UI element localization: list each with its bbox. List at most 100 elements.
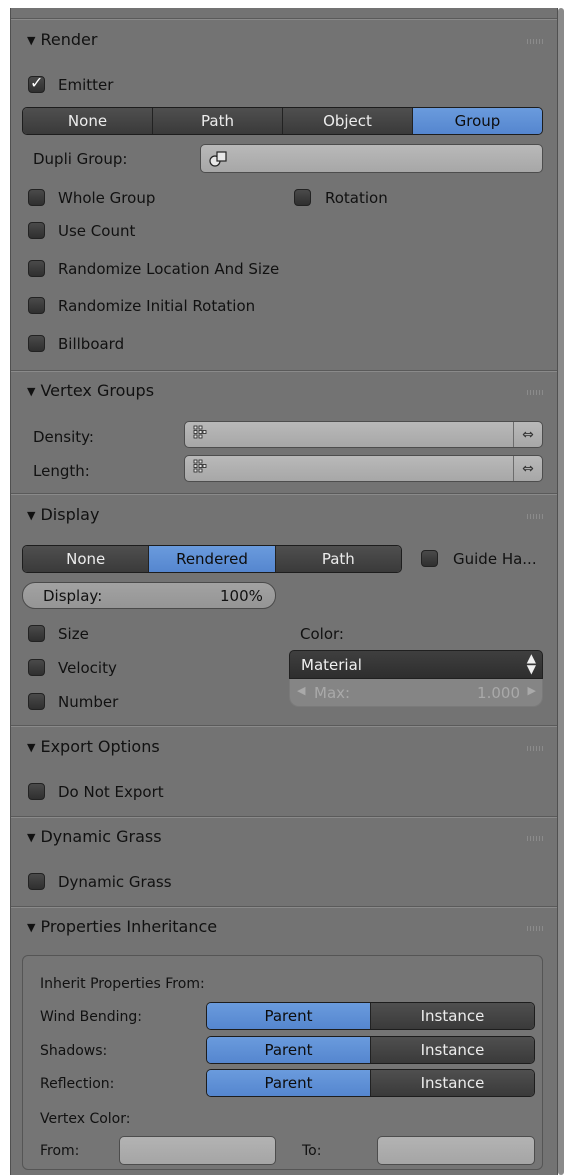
use-count-label: Use Count	[58, 222, 136, 240]
render-mode-none[interactable]: None	[23, 108, 153, 134]
vertex-groups-header[interactable]: ▼ Vertex Groups	[27, 381, 154, 400]
shadows-instance-option[interactable]: Instance	[371, 1037, 534, 1063]
collapse-triangle-icon: ▼	[27, 34, 36, 47]
particle-settings-panel: ▼ Render Emitter None Path Object Group D…	[10, 8, 558, 1175]
velocity-checkbox[interactable]	[28, 659, 45, 676]
display-slider-label: Display:	[43, 587, 103, 605]
emitter-label: Emitter	[58, 76, 114, 94]
drag-grip-icon[interactable]	[527, 836, 543, 841]
color-label: Color:	[300, 625, 344, 643]
collapse-triangle-icon: ▼	[27, 741, 36, 754]
render-header[interactable]: ▼ Render	[27, 30, 97, 49]
inherit-from-label: Inherit Properties From:	[40, 976, 205, 992]
max-value: 1.000	[477, 684, 520, 702]
collapse-triangle-icon: ▼	[27, 831, 36, 844]
velocity-label: Velocity	[58, 659, 117, 677]
max-number-field[interactable]: ◀ Max: 1.000 ▶	[289, 679, 543, 707]
randomize-location-label: Randomize Location And Size	[58, 260, 280, 278]
vertex-group-icon	[193, 459, 207, 473]
size-label: Size	[58, 625, 89, 643]
group-icon	[209, 151, 227, 167]
color-dropdown[interactable]: Material ▲ ▼	[289, 650, 543, 679]
shadows-parent-option[interactable]: Parent	[207, 1037, 371, 1063]
dynamic-grass-checkbox[interactable]	[28, 873, 45, 890]
dynamic-grass-label: Dynamic Grass	[58, 873, 172, 891]
reflection-instance-option[interactable]: Instance	[371, 1070, 534, 1096]
vertex-color-to-field[interactable]	[377, 1136, 535, 1165]
randomize-rotation-checkbox[interactable]	[28, 297, 45, 314]
wind-bending-instance-option[interactable]: Instance	[371, 1003, 534, 1029]
increment-arrow-icon[interactable]: ▶	[528, 684, 536, 697]
billboard-label: Billboard	[58, 335, 125, 353]
number-checkbox[interactable]	[28, 693, 45, 710]
randomize-rotation-label: Randomize Initial Rotation	[58, 297, 256, 315]
render-mode-object[interactable]: Object	[283, 108, 413, 134]
randomize-location-checkbox[interactable]	[28, 260, 45, 277]
display-mode-path[interactable]: Path	[275, 546, 401, 572]
size-checkbox[interactable]	[28, 625, 45, 642]
use-count-checkbox[interactable]	[28, 222, 45, 239]
properties-inheritance-header[interactable]: ▼ Properties Inheritance	[27, 917, 217, 936]
billboard-checkbox[interactable]	[28, 335, 45, 352]
section-divider	[11, 816, 557, 818]
color-dropdown-value: Material	[301, 656, 362, 674]
length-label: Length:	[33, 462, 90, 480]
dynamic-grass-header[interactable]: ▼ Dynamic Grass	[27, 827, 162, 846]
updown-arrow-icon: ▲ ▼	[526, 651, 536, 676]
density-vertex-group-field[interactable]: ⇔	[184, 421, 543, 448]
invert-density-button[interactable]: ⇔	[513, 422, 542, 447]
inheritance-box: Inherit Properties From: Wind Bending: P…	[22, 955, 543, 1170]
drag-grip-icon[interactable]	[527, 39, 543, 44]
display-mode-rendered[interactable]: Rendered	[149, 546, 276, 572]
display-mode-selector: None Rendered Path	[22, 545, 402, 573]
vertex-groups-title: Vertex Groups	[40, 381, 155, 400]
rotation-checkbox[interactable]	[294, 189, 311, 206]
reflection-label: Reflection:	[40, 1076, 115, 1092]
decrement-arrow-icon[interactable]: ◀	[297, 684, 305, 697]
wind-bending-selector: Parent Instance	[206, 1002, 535, 1030]
drag-grip-icon[interactable]	[527, 390, 543, 395]
density-label: Density:	[33, 428, 94, 446]
dynamic-grass-title: Dynamic Grass	[40, 827, 162, 846]
wind-bending-parent-option[interactable]: Parent	[207, 1003, 371, 1029]
drag-grip-icon[interactable]	[527, 926, 543, 931]
invert-length-button[interactable]: ⇔	[513, 456, 542, 481]
whole-group-label: Whole Group	[58, 189, 156, 207]
display-percentage-slider[interactable]: Display: 100%	[22, 582, 276, 609]
guide-hair-checkbox[interactable]	[421, 550, 438, 567]
do-not-export-checkbox[interactable]	[28, 783, 45, 800]
guide-hair-label: Guide Ha...	[453, 550, 537, 568]
render-mode-group[interactable]: Group	[413, 108, 542, 134]
shadows-selector: Parent Instance	[206, 1036, 535, 1064]
emitter-checkbox[interactable]	[28, 73, 45, 93]
from-label: From:	[40, 1143, 80, 1159]
reflection-selector: Parent Instance	[206, 1069, 535, 1097]
section-divider	[11, 370, 557, 372]
display-header[interactable]: ▼ Display	[27, 505, 99, 524]
length-vertex-group-field[interactable]: ⇔	[184, 455, 543, 482]
drag-grip-icon[interactable]	[527, 746, 543, 751]
section-divider	[11, 493, 557, 495]
render-title: Render	[40, 30, 98, 49]
dupli-group-field[interactable]	[200, 144, 543, 173]
display-mode-none[interactable]: None	[23, 546, 150, 572]
render-mode-path[interactable]: Path	[153, 108, 283, 134]
collapse-triangle-icon: ▼	[27, 509, 36, 522]
export-options-header[interactable]: ▼ Export Options	[27, 737, 160, 756]
vertex-color-from-field[interactable]	[119, 1136, 276, 1165]
panel-top-divider	[11, 18, 557, 20]
render-mode-selector: None Path Object Group	[22, 107, 543, 135]
vertex-group-icon	[193, 425, 207, 439]
rotation-label: Rotation	[325, 189, 388, 207]
whole-group-checkbox[interactable]	[28, 189, 45, 206]
drag-grip-icon[interactable]	[527, 514, 543, 519]
panel-scrollbar[interactable]	[558, 8, 564, 1175]
properties-inheritance-title: Properties Inheritance	[40, 917, 218, 936]
reflection-parent-option[interactable]: Parent	[207, 1070, 371, 1096]
shadows-label: Shadows:	[40, 1043, 108, 1059]
section-divider	[11, 906, 557, 908]
do-not-export-label: Do Not Export	[58, 783, 164, 801]
collapse-triangle-icon: ▼	[27, 921, 36, 934]
to-label: To:	[302, 1143, 322, 1159]
collapse-triangle-icon: ▼	[27, 385, 36, 398]
